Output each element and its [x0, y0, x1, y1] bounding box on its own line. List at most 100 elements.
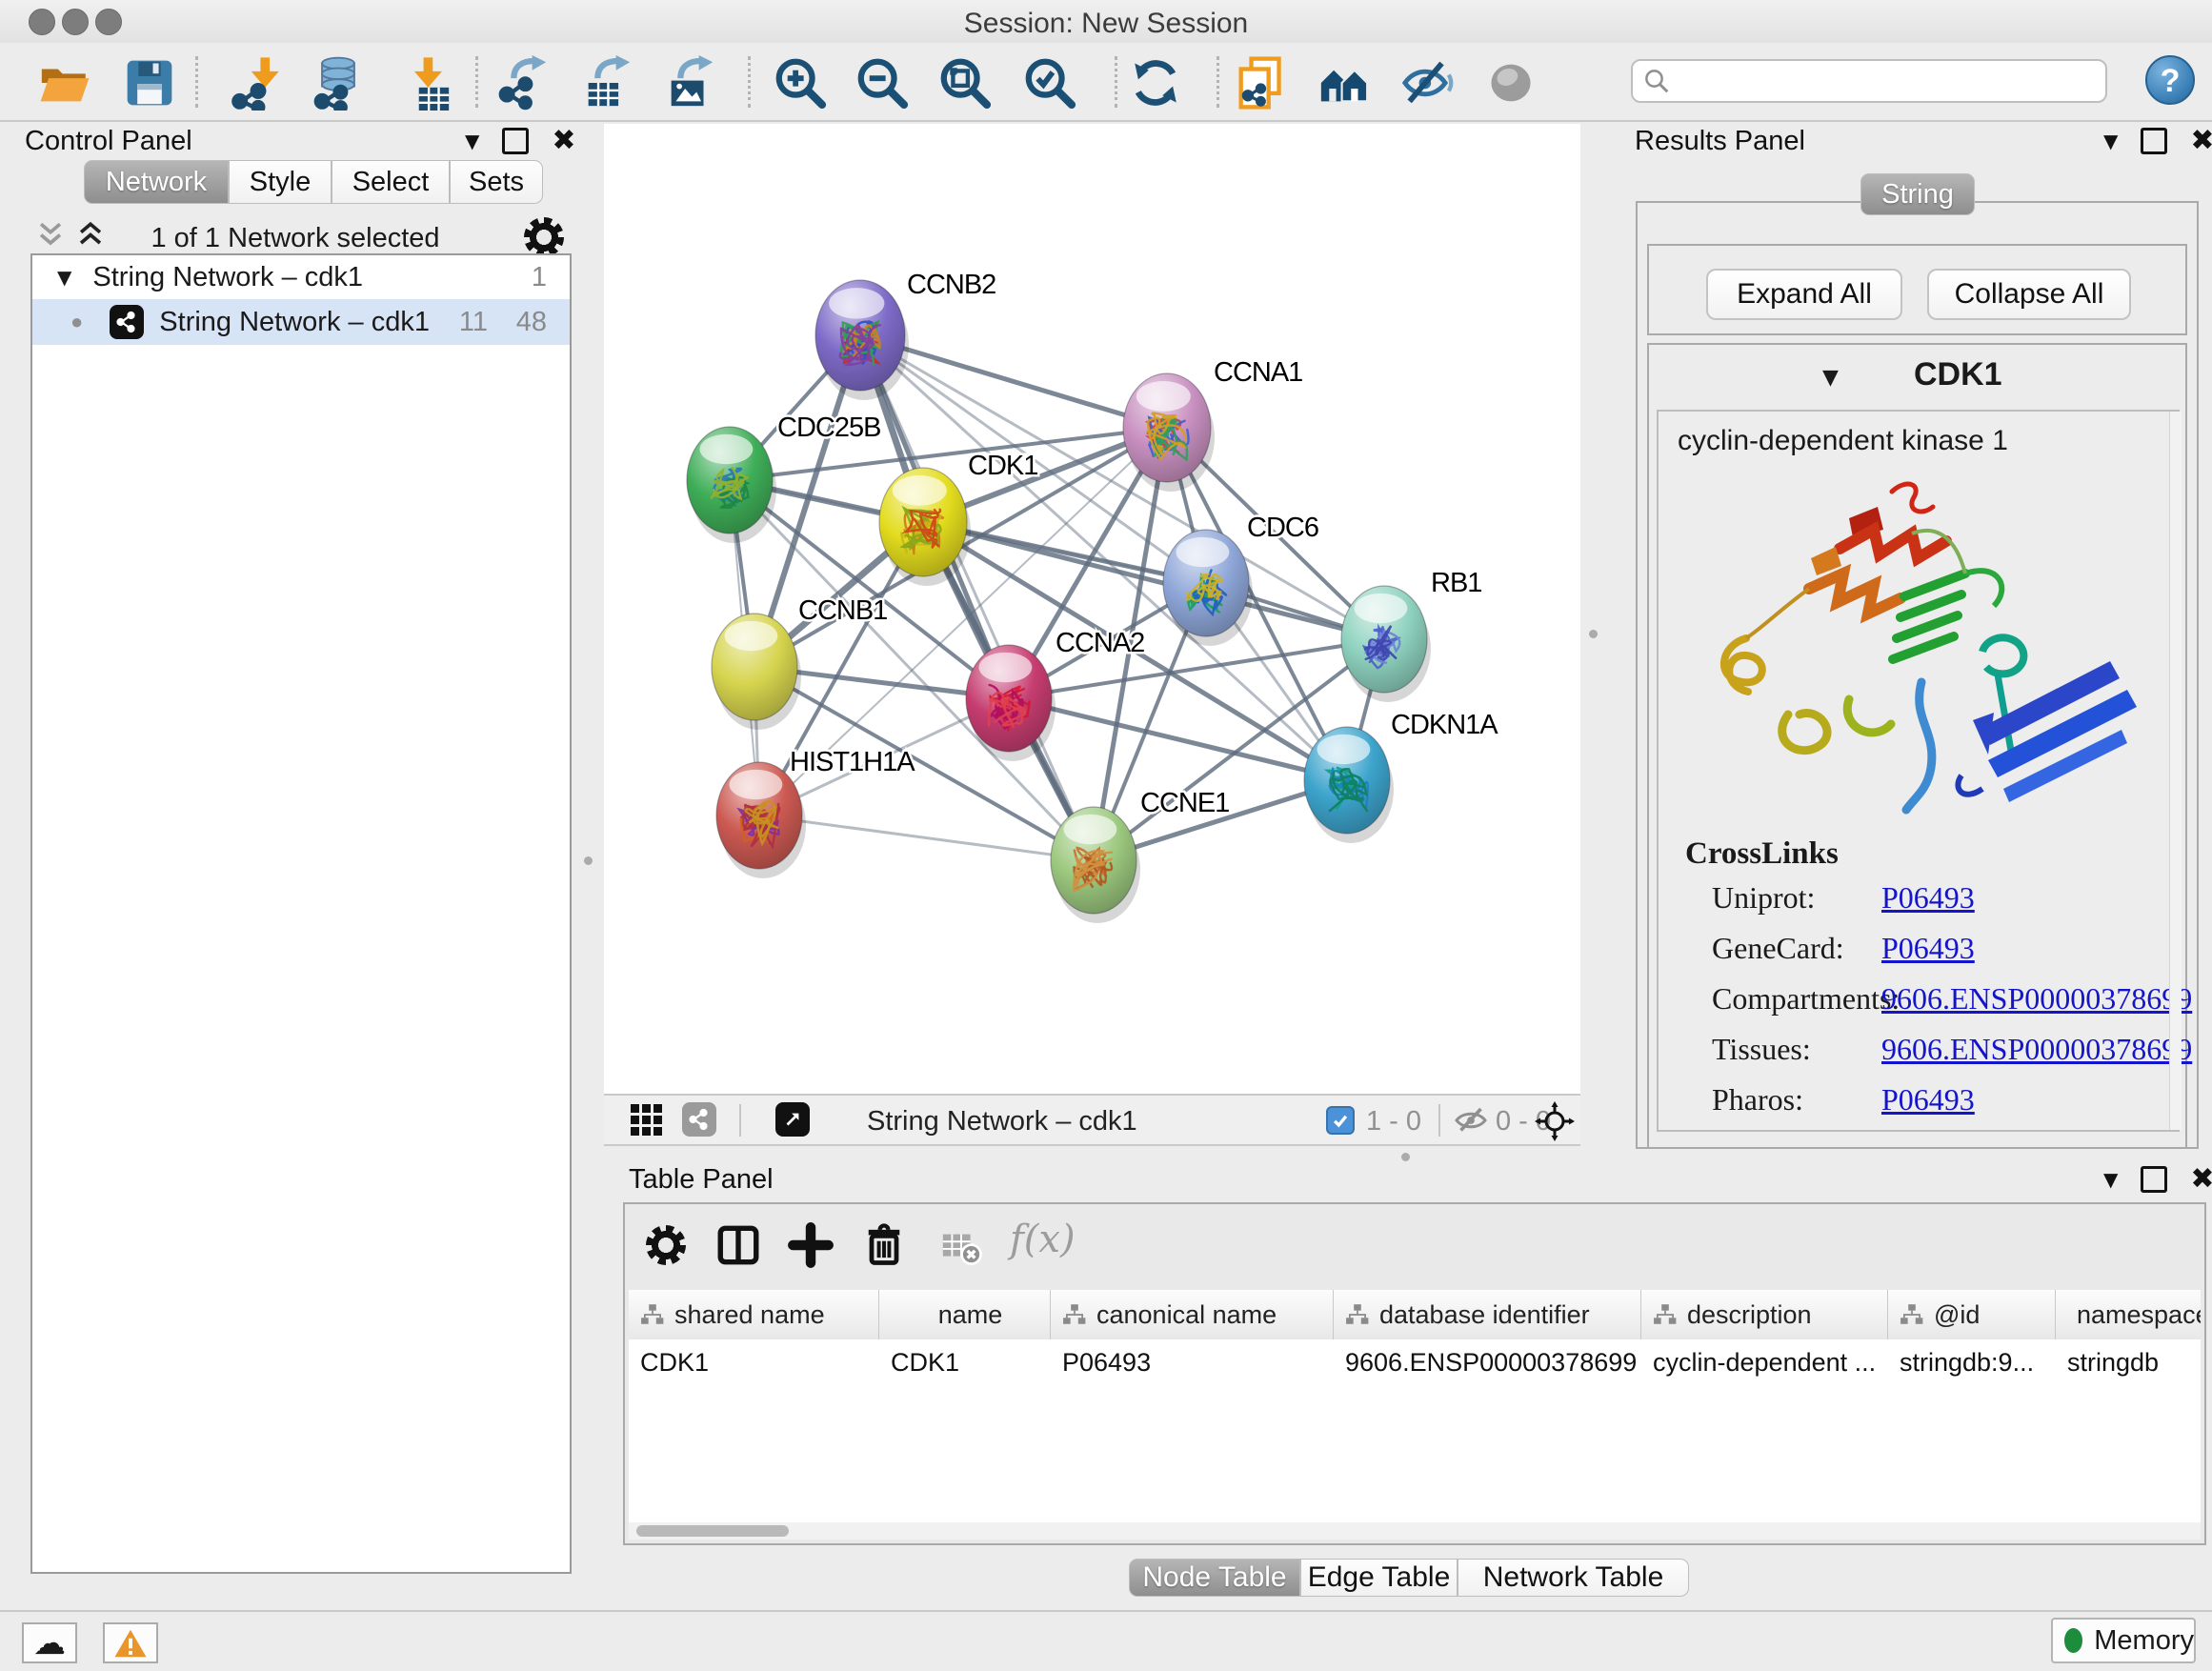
delete-column-button[interactable]: [859, 1219, 909, 1274]
network-node-cdc6[interactable]: [1163, 530, 1253, 646]
cell-database-identifier[interactable]: 9606.ENSP00000378699: [1334, 1339, 1641, 1385]
function-builder-button-disabled[interactable]: f(x): [1010, 1218, 1076, 1261]
collapse-all-networks-button[interactable]: [34, 221, 67, 256]
zoom-fit-button[interactable]: [935, 52, 995, 113]
grid-view-icon[interactable]: [631, 1104, 662, 1136]
close-panel-icon[interactable]: ✖: [2190, 131, 2212, 151]
column-header-shared-name[interactable]: shared name: [629, 1290, 879, 1339]
help-button[interactable]: ?: [2145, 55, 2195, 105]
cell-shared-name[interactable]: CDK1: [629, 1339, 879, 1385]
cell-name[interactable]: CDK1: [879, 1339, 1051, 1385]
column-header-description[interactable]: description: [1641, 1290, 1888, 1339]
save-session-button[interactable]: [119, 52, 180, 113]
column-header-name[interactable]: name: [879, 1290, 1051, 1339]
cell-canonical-name[interactable]: P06493: [1051, 1339, 1334, 1385]
clone-network-button[interactable]: [1229, 52, 1290, 113]
tab-node-table[interactable]: Node Table: [1129, 1559, 1300, 1597]
crosslink-link[interactable]: P06493: [1881, 931, 1975, 966]
table-horizontal-scrollbar[interactable]: [629, 1522, 2201, 1540]
network-node-hist1h1a[interactable]: [716, 762, 806, 878]
panel-menu-icon[interactable]: ▼: [2103, 130, 2118, 152]
close-panel-icon[interactable]: ✖: [552, 131, 575, 151]
import-network-database-button[interactable]: [308, 52, 369, 113]
scrollbar-thumb[interactable]: [636, 1525, 789, 1537]
crosslink-link[interactable]: P06493: [1881, 1082, 1975, 1117]
hide-details-button[interactable]: [1398, 52, 1458, 113]
export-table-button[interactable]: [576, 52, 637, 113]
collection-expander-icon[interactable]: ▼: [57, 266, 71, 289]
cell-id[interactable]: stringdb:9...: [1888, 1339, 2056, 1385]
open-file-button[interactable]: [34, 52, 95, 113]
horizontal-splitter-handle[interactable]: [1401, 1153, 1410, 1161]
table-options-gear-icon[interactable]: [646, 1225, 686, 1265]
tab-edge-table[interactable]: Edge Table: [1300, 1559, 1458, 1597]
selected-items-checkbox[interactable]: [1326, 1106, 1355, 1135]
network-node-ccne1[interactable]: [1051, 807, 1140, 923]
cell-namespace[interactable]: stringdb: [2056, 1339, 2201, 1385]
network-node-ccna2[interactable]: [966, 645, 1056, 761]
float-panel-icon[interactable]: [2141, 128, 2167, 154]
show-details-button[interactable]: [1480, 52, 1541, 113]
gene-expander-icon[interactable]: ▼: [1822, 366, 1839, 390]
node-label-cdc6: CDC6: [1247, 513, 1318, 543]
collapse-all-button[interactable]: Collapse All: [1927, 269, 2131, 320]
node-label-cdkn1a: CDKN1A: [1391, 710, 1498, 740]
left-splitter-handle[interactable]: [584, 856, 593, 865]
crosslink-link[interactable]: 9606.ENSP00000378699: [1881, 981, 2192, 1017]
show-columns-button[interactable]: [714, 1221, 762, 1274]
panel-menu-icon[interactable]: ▼: [465, 130, 479, 152]
import-network-file-button[interactable]: [228, 52, 289, 113]
tab-network-table[interactable]: Network Table: [1458, 1559, 1689, 1597]
tab-string[interactable]: String: [1860, 173, 1975, 215]
network-options-gear-icon[interactable]: [524, 217, 564, 257]
column-header-database-identifier[interactable]: database identifier: [1334, 1290, 1641, 1339]
network-node-ccnb2[interactable]: [815, 280, 909, 400]
float-panel-icon[interactable]: [2141, 1166, 2167, 1193]
control-panel-tabs: Network Style Select Sets: [84, 160, 543, 204]
expand-all-networks-button[interactable]: [74, 221, 107, 256]
network-collection-row[interactable]: ▼ String Network – cdk1 1: [32, 255, 570, 299]
import-table-file-button[interactable]: [395, 52, 456, 113]
memory-button[interactable]: Memory: [2051, 1618, 2196, 1663]
network-node-cdkn1a[interactable]: [1304, 727, 1394, 843]
crosslink-link[interactable]: P06493: [1881, 880, 1975, 916]
zoom-selected-button[interactable]: [1019, 52, 1080, 113]
warnings-button[interactable]: [103, 1622, 158, 1663]
detach-view-icon[interactable]: [775, 1102, 810, 1137]
cell-description[interactable]: cyclin-dependent ...: [1641, 1339, 1888, 1385]
expand-all-button[interactable]: Expand All: [1706, 269, 1902, 320]
results-scrollbar[interactable]: [2169, 412, 2182, 1130]
export-network-button[interactable]: [493, 52, 553, 113]
crosslink-link[interactable]: 9606.ENSP00000378699: [1881, 1032, 2192, 1067]
tab-select[interactable]: Select: [332, 160, 450, 204]
network-canvas[interactable]: CCNB2CCNA1CDC25BCDK1CDC6RB1CCNB1CCNA2CDK…: [604, 124, 1580, 1094]
network-view-share-icon[interactable]: [682, 1102, 716, 1137]
right-splitter-handle[interactable]: [1589, 630, 1598, 638]
tab-style[interactable]: Style: [229, 160, 332, 204]
zoom-out-button[interactable]: [852, 52, 913, 113]
close-panel-icon[interactable]: ✖: [2190, 1169, 2212, 1190]
network-node-ccnb1[interactable]: [712, 614, 801, 730]
network-node-cdk1[interactable]: [879, 468, 971, 586]
column-header-canonical-name[interactable]: canonical name: [1051, 1290, 1334, 1339]
tab-network[interactable]: Network: [84, 160, 229, 204]
panel-menu-icon[interactable]: ▼: [2103, 1168, 2118, 1191]
network-node-rb1[interactable]: [1341, 586, 1431, 702]
zoom-in-button[interactable]: [770, 52, 831, 113]
network-node-ccna1[interactable]: [1123, 373, 1215, 492]
refresh-view-button[interactable]: [1125, 52, 1186, 113]
search-input[interactable]: [1671, 66, 2084, 97]
network-row-selected[interactable]: ● String Network – cdk1 11 48: [32, 299, 570, 345]
delete-table-button-disabled[interactable]: [939, 1225, 983, 1274]
network-graph[interactable]: CCNB2CCNA1CDC25BCDK1CDC6RB1CCNB1CCNA2CDK…: [604, 124, 1580, 1094]
cloud-status-button[interactable]: ☁: [22, 1622, 77, 1663]
export-image-button[interactable]: [659, 52, 720, 113]
tab-sets[interactable]: Sets: [450, 160, 543, 204]
birdseye-toggle-button[interactable]: [1534, 1100, 1576, 1147]
column-header-namespace[interactable]: namespace: [2056, 1290, 2201, 1339]
column-header-id[interactable]: @id: [1888, 1290, 2056, 1339]
table-row[interactable]: CDK1 CDK1 P06493 9606.ENSP00000378699 cy…: [629, 1339, 2201, 1385]
neighborhood-button[interactable]: [1314, 52, 1375, 113]
add-column-button[interactable]: [787, 1221, 835, 1274]
float-panel-icon[interactable]: [502, 128, 529, 154]
